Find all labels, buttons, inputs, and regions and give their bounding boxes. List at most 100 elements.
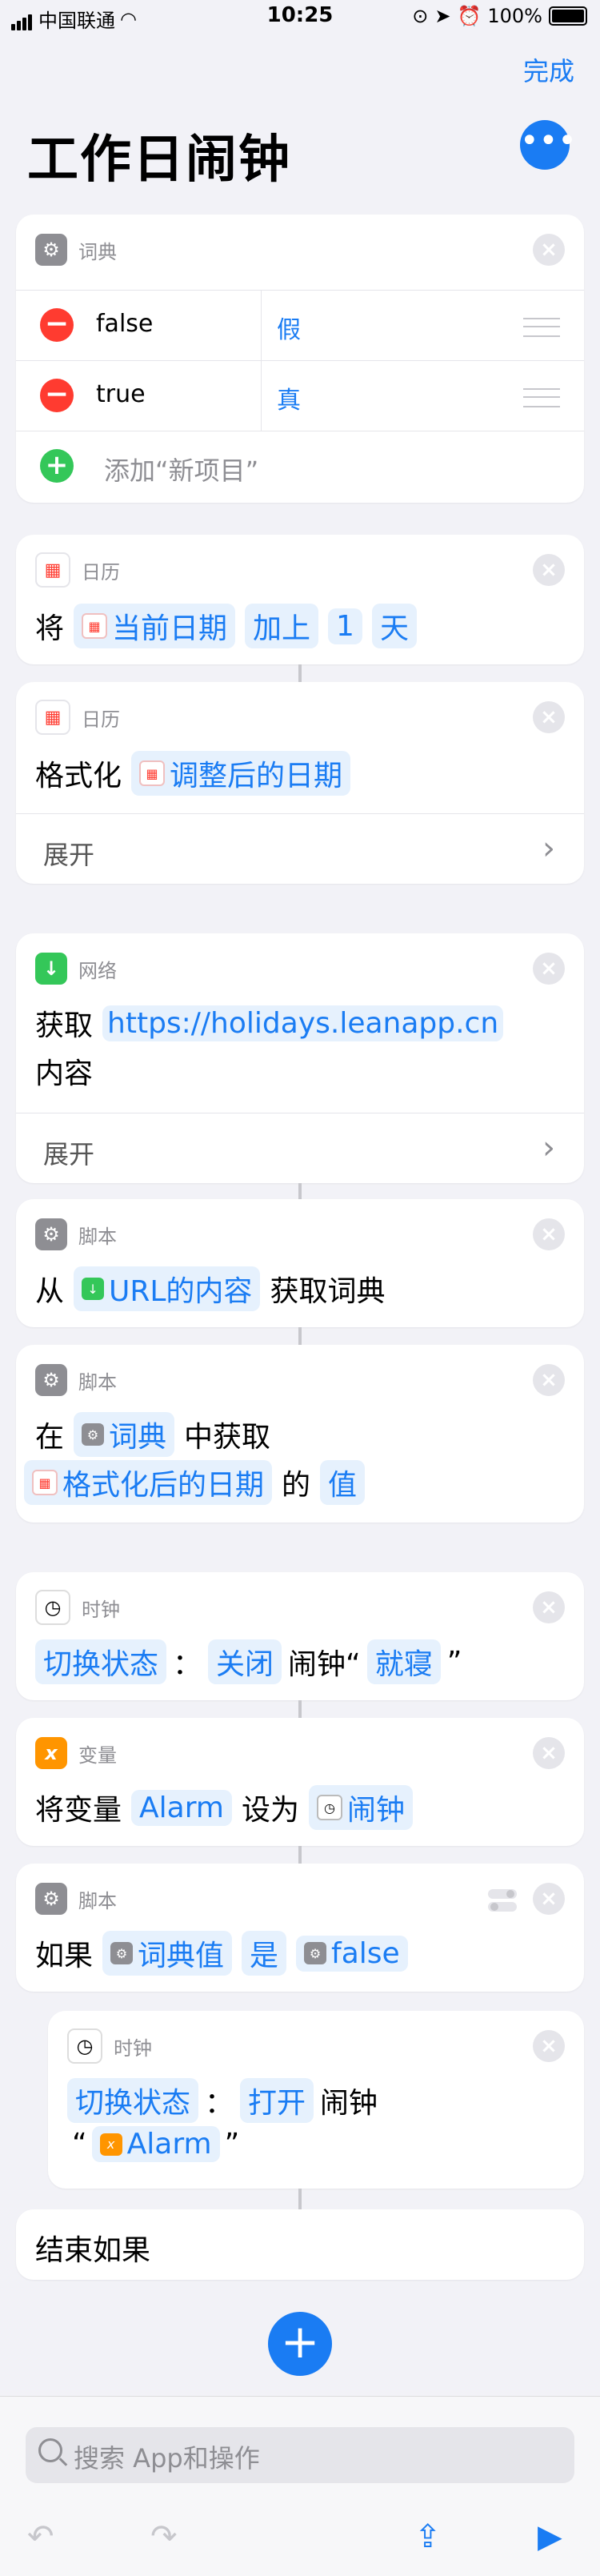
action-parameters: 获取 https://holidays.leanapp.cn	[35, 1002, 504, 1044]
action-parameters-cont: 内容	[35, 1050, 93, 1092]
column-divider	[261, 361, 262, 431]
undo-icon[interactable]: ↶	[27, 2518, 54, 2555]
dict-row[interactable]: − false 假	[16, 290, 584, 361]
on-token[interactable]: 打开	[240, 2078, 314, 2123]
adjusted-date-token[interactable]: ▦ 调整后的日期	[131, 751, 351, 796]
play-icon[interactable]: ▶	[538, 2518, 562, 2555]
if-action-card: ⚙ 脚本 × 如果 ⚙ 词典值 是 ⚙ false	[16, 1864, 584, 1992]
action-parameters: 切换状态 ： 打开 闹钟	[67, 2078, 378, 2123]
action-parameters-cont: “ x Alarm ”	[72, 2126, 239, 2162]
token-label: 格式化后的日期	[62, 1469, 265, 1502]
action-category-label: 词典	[78, 240, 117, 263]
compare-value-token[interactable]: ⚙ false	[296, 1935, 408, 1972]
delete-row-button[interactable]: −	[40, 379, 74, 412]
dict-value[interactable]: 假	[277, 310, 301, 345]
param-text: 将变量	[35, 1794, 122, 1827]
action-category-label: 变量	[78, 1743, 117, 1767]
dict-value[interactable]: 真	[277, 380, 301, 415]
expand-row[interactable]: 展开 ›	[16, 1113, 584, 1184]
dict-key[interactable]: false	[96, 310, 153, 338]
variable-name-token[interactable]: Alarm	[131, 1789, 232, 1826]
remove-action-button[interactable]: ×	[533, 1883, 565, 1915]
toggle-state-token[interactable]: 切换状态	[67, 2078, 199, 2123]
alarm-token[interactable]: ◷ 闹钟	[308, 1785, 413, 1830]
remove-action-button[interactable]: ×	[533, 234, 565, 266]
toggle-state-token[interactable]: 切换状态	[35, 1639, 167, 1684]
url-token[interactable]: https://holidays.leanapp.cn	[102, 1005, 504, 1041]
share-icon[interactable]: ⇪	[414, 2518, 442, 2555]
url-contents-token[interactable]: ↓ URL的内容	[74, 1266, 261, 1311]
reorder-handle-icon[interactable]	[523, 318, 560, 337]
search-field[interactable]: 搜索 App和操作	[26, 2427, 574, 2483]
dictionary-value-token[interactable]: ⚙ 词典值	[102, 1931, 233, 1976]
column-divider	[261, 291, 262, 361]
token-label: Alarm	[126, 2128, 212, 2161]
token-label: 词典	[109, 1421, 167, 1454]
toggle-switch-icon[interactable]	[486, 1884, 518, 1916]
alarm-variable-token[interactable]: x Alarm	[91, 2126, 220, 2162]
action-header: ▦ 日历	[35, 552, 120, 588]
bedtime-token[interactable]: 就寝	[366, 1639, 441, 1684]
calendar-icon: ▦	[35, 700, 70, 735]
add-action-button[interactable]: +	[268, 2312, 332, 2376]
action-category-label: 脚本	[78, 1225, 117, 1248]
add-item-row[interactable]: + 添加“新项目”	[16, 431, 584, 502]
remove-action-button[interactable]: ×	[533, 1218, 565, 1250]
expand-row[interactable]: 展开 ›	[16, 813, 584, 885]
token-label: 闹钟	[346, 1794, 405, 1827]
token-label: 当前日期	[112, 612, 228, 645]
action-category-label: 时钟	[114, 2036, 152, 2060]
current-date-token[interactable]: ▦ 当前日期	[74, 604, 236, 648]
operation-token[interactable]: 加上	[245, 604, 319, 648]
remove-action-button[interactable]: ×	[533, 701, 565, 733]
battery-icon	[549, 6, 587, 26]
more-button[interactable]: •••	[520, 120, 577, 170]
param-text: 获取	[35, 1009, 94, 1042]
delete-row-button[interactable]: −	[40, 308, 74, 342]
amount-token[interactable]: 1	[328, 608, 362, 644]
remove-action-button[interactable]: ×	[533, 1591, 565, 1623]
token-label: URL的内容	[109, 1275, 253, 1308]
bottom-panel: 搜索 App和操作 ↶ ↷ ⇪ ▶	[0, 2396, 600, 2576]
gear-icon: ⚙	[304, 1942, 327, 1964]
dict-row[interactable]: − true 真	[16, 360, 584, 431]
dict-key[interactable]: true	[96, 380, 146, 408]
condition-token[interactable]: 是	[242, 1931, 287, 1976]
token-label: 调整后的日期	[170, 760, 343, 792]
action-category-label: 时钟	[82, 1598, 120, 1621]
status-right: ⊙ ➤ ⏰ 100%	[412, 5, 587, 27]
gear-icon: ⚙	[35, 1364, 67, 1396]
add-item-label[interactable]: 添加“新项目”	[104, 451, 258, 488]
chevron-right-icon: ›	[542, 1130, 555, 1166]
formatted-date-token[interactable]: ▦ 格式化后的日期	[24, 1460, 273, 1505]
adjust-date-action-card: ▦ 日历 × 将 ▦ 当前日期 加上 1 天	[16, 535, 584, 664]
calendar-icon: ▦	[32, 1470, 58, 1495]
gear-icon: ⚙	[35, 1883, 67, 1915]
param-text: 闹钟	[320, 2087, 378, 2120]
value-token[interactable]: 值	[320, 1460, 366, 1505]
action-parameters-cont: ▦ 格式化后的日期 的 值	[24, 1460, 366, 1505]
status-bar: 中国联通 ◠ 10:25 ⊙ ➤ ⏰ 100%	[0, 0, 600, 35]
remove-action-button[interactable]: ×	[533, 554, 565, 586]
calendar-icon: ▦	[35, 552, 70, 588]
toggle-alarm-nested-action-card: ◷ 时钟 × 切换状态 ： 打开 闹钟 “ x Alarm ”	[48, 2011, 584, 2189]
add-item-button[interactable]: +	[40, 449, 74, 483]
flow-connector	[298, 1327, 302, 1345]
remove-action-button[interactable]: ×	[533, 2030, 565, 2062]
off-token[interactable]: 关闭	[208, 1639, 282, 1684]
get-dictionary-action-card: ⚙ 脚本 × 从 ↓ URL的内容 获取词典	[16, 1199, 584, 1327]
flow-connector	[298, 2189, 302, 2209]
dictionary-token[interactable]: ⚙ 词典	[74, 1412, 175, 1457]
search-placeholder[interactable]: 搜索 App和操作	[74, 2438, 260, 2475]
done-button[interactable]: 完成	[523, 51, 574, 88]
remove-action-button[interactable]: ×	[533, 1364, 565, 1396]
action-category-label: 网络	[78, 959, 117, 982]
redo-icon[interactable]: ↷	[150, 2518, 178, 2555]
unit-token[interactable]: 天	[371, 604, 417, 648]
remove-action-button[interactable]: ×	[533, 1737, 565, 1769]
lock-rotation-icon: ⊙	[412, 5, 429, 27]
param-text: 闹钟“	[288, 1648, 361, 1681]
remove-action-button[interactable]: ×	[533, 953, 565, 985]
reorder-handle-icon[interactable]	[523, 388, 560, 407]
param-text: 获取词典	[270, 1275, 386, 1308]
